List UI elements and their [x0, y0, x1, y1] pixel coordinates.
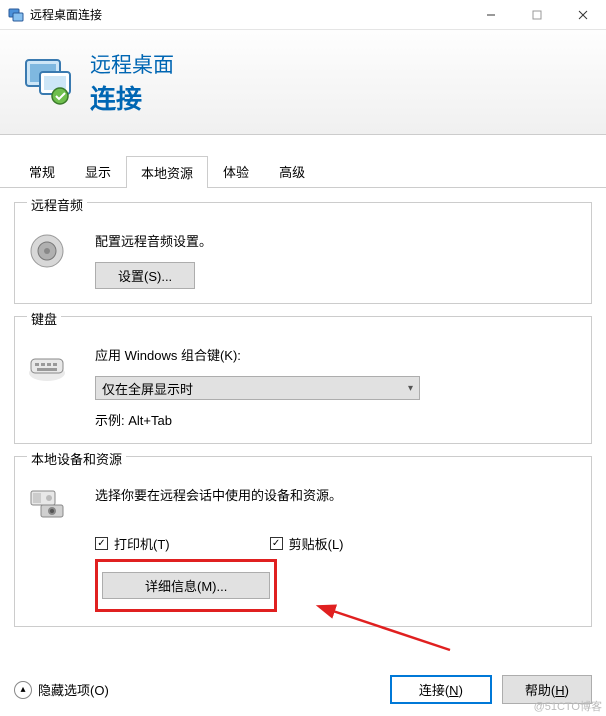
keyboard-combo[interactable]: 仅在全屏显示时 ▾ — [95, 376, 420, 400]
bottom-bar: ▴ 隐藏选项(O) 连接(N) 帮助(H) — [0, 675, 606, 704]
tab-general[interactable]: 常规 — [14, 155, 70, 187]
audio-desc: 配置远程音频设置。 — [95, 231, 579, 250]
window-title: 远程桌面连接 — [30, 6, 468, 23]
keyboard-combo-value: 仅在全屏显示时 — [102, 379, 193, 398]
group-keyboard: 键盘 应用 Windows 组合键(K): 仅在全屏显示时 ▾ 示例: Alt+… — [14, 316, 592, 444]
header-line2: 连接 — [90, 79, 174, 116]
rdp-icon — [20, 54, 76, 110]
tab-local-resources[interactable]: 本地资源 — [126, 156, 208, 188]
watermark: @51CTO博客 — [534, 698, 602, 714]
checkbox-checked-icon: ✓ — [95, 537, 108, 550]
maximize-button[interactable] — [514, 0, 560, 29]
titlebar: 远程桌面连接 — [0, 0, 606, 30]
minimize-button[interactable] — [468, 0, 514, 29]
chevron-down-icon: ▾ — [408, 383, 413, 394]
tab-display[interactable]: 显示 — [70, 155, 126, 187]
printer-checkbox[interactable]: ✓ 打印机(T) — [95, 534, 170, 553]
group-remote-audio: 远程音频 配置远程音频设置。 设置(S)... — [14, 202, 592, 304]
close-button[interactable] — [560, 0, 606, 29]
speaker-icon — [27, 231, 79, 289]
remote-audio-legend: 远程音频 — [27, 195, 87, 214]
audio-settings-button[interactable]: 设置(S)... — [95, 262, 195, 289]
tab-content: 远程音频 配置远程音频设置。 设置(S)... 键盘 应用 Windows 组合… — [0, 188, 606, 653]
chevron-up-icon: ▴ — [14, 681, 32, 699]
clipboard-checkbox[interactable]: ✓ 剪贴板(L) — [270, 534, 344, 553]
keyboard-example: 示例: Alt+Tab — [95, 410, 579, 429]
tabs: 常规 显示 本地资源 体验 高级 — [0, 135, 606, 188]
keyboard-legend: 键盘 — [27, 309, 61, 328]
header-line1: 远程桌面 — [90, 49, 174, 79]
printer-label: 打印机(T) — [114, 534, 170, 553]
hide-options-button[interactable]: ▴ 隐藏选项(O) — [14, 680, 109, 699]
app-icon — [8, 7, 24, 23]
group-local-devices: 本地设备和资源 选择你要在远程会话中使用的设备和资源。 ✓ — [14, 456, 592, 627]
clipboard-label: 剪贴板(L) — [289, 534, 344, 553]
keyboard-icon — [27, 345, 79, 429]
connect-button[interactable]: 连接(N) — [390, 675, 492, 704]
highlight-annotation: 详细信息(M)... — [95, 559, 277, 612]
devices-icon — [27, 485, 79, 612]
window-controls — [468, 0, 606, 29]
local-legend: 本地设备和资源 — [27, 449, 126, 468]
local-desc: 选择你要在远程会话中使用的设备和资源。 — [95, 485, 579, 504]
tab-advanced[interactable]: 高级 — [264, 155, 320, 187]
checkbox-checked-icon: ✓ — [270, 537, 283, 550]
keyboard-label: 应用 Windows 组合键(K): — [95, 345, 579, 364]
header: 远程桌面 连接 — [0, 30, 606, 135]
hide-options-label: 隐藏选项(O) — [38, 680, 109, 699]
details-button[interactable]: 详细信息(M)... — [102, 572, 270, 599]
header-text: 远程桌面 连接 — [90, 49, 174, 116]
tab-experience[interactable]: 体验 — [208, 155, 264, 187]
